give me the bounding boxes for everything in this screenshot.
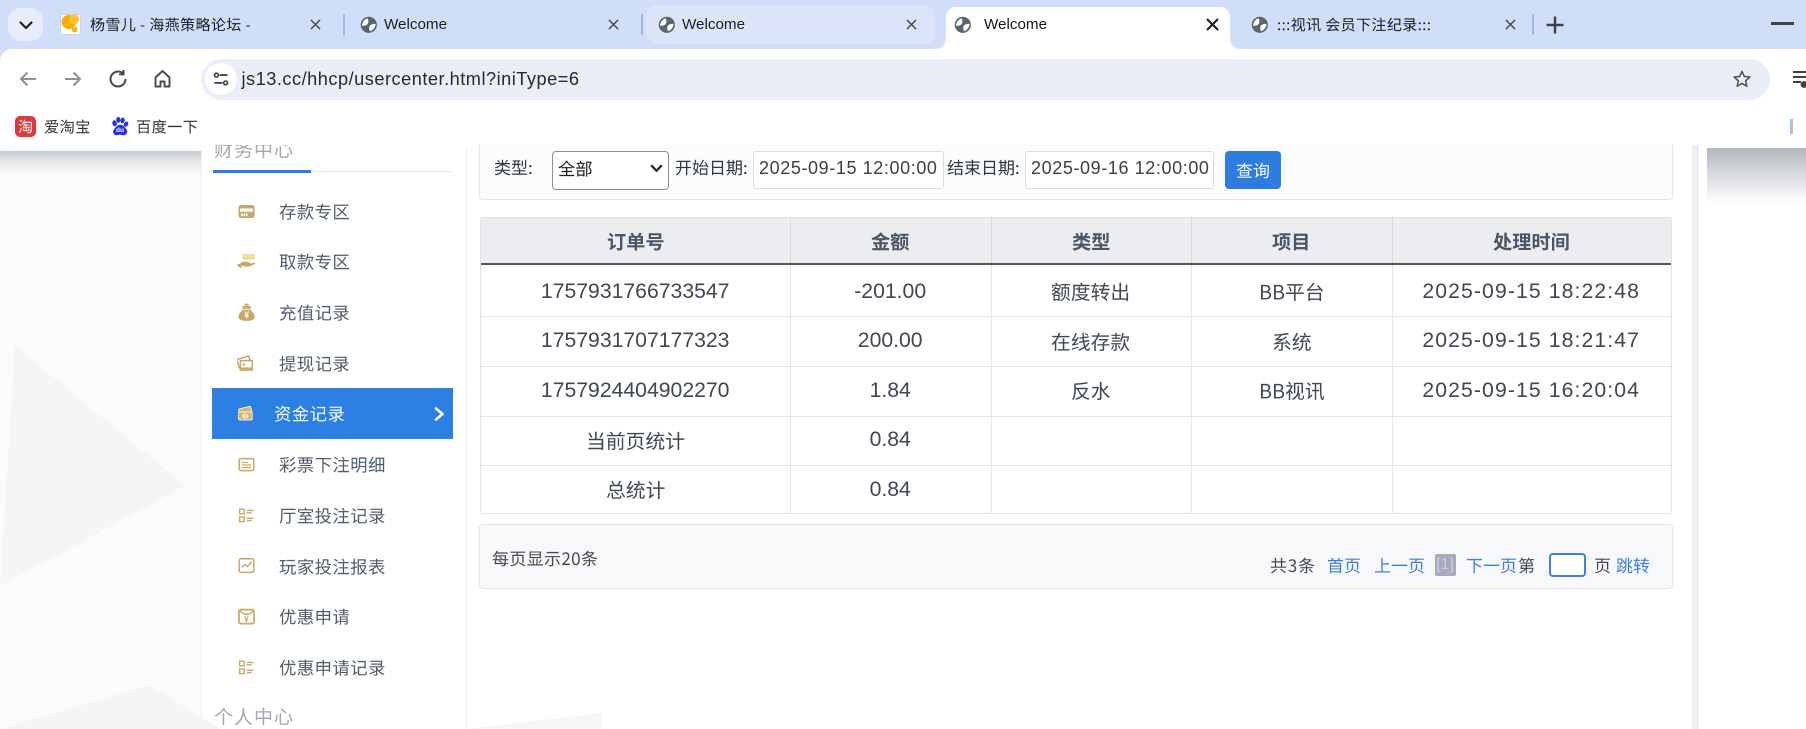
- svg-text:¥: ¥: [244, 614, 249, 624]
- svg-text:¥: ¥: [244, 310, 249, 320]
- svg-text:du: du: [116, 127, 124, 134]
